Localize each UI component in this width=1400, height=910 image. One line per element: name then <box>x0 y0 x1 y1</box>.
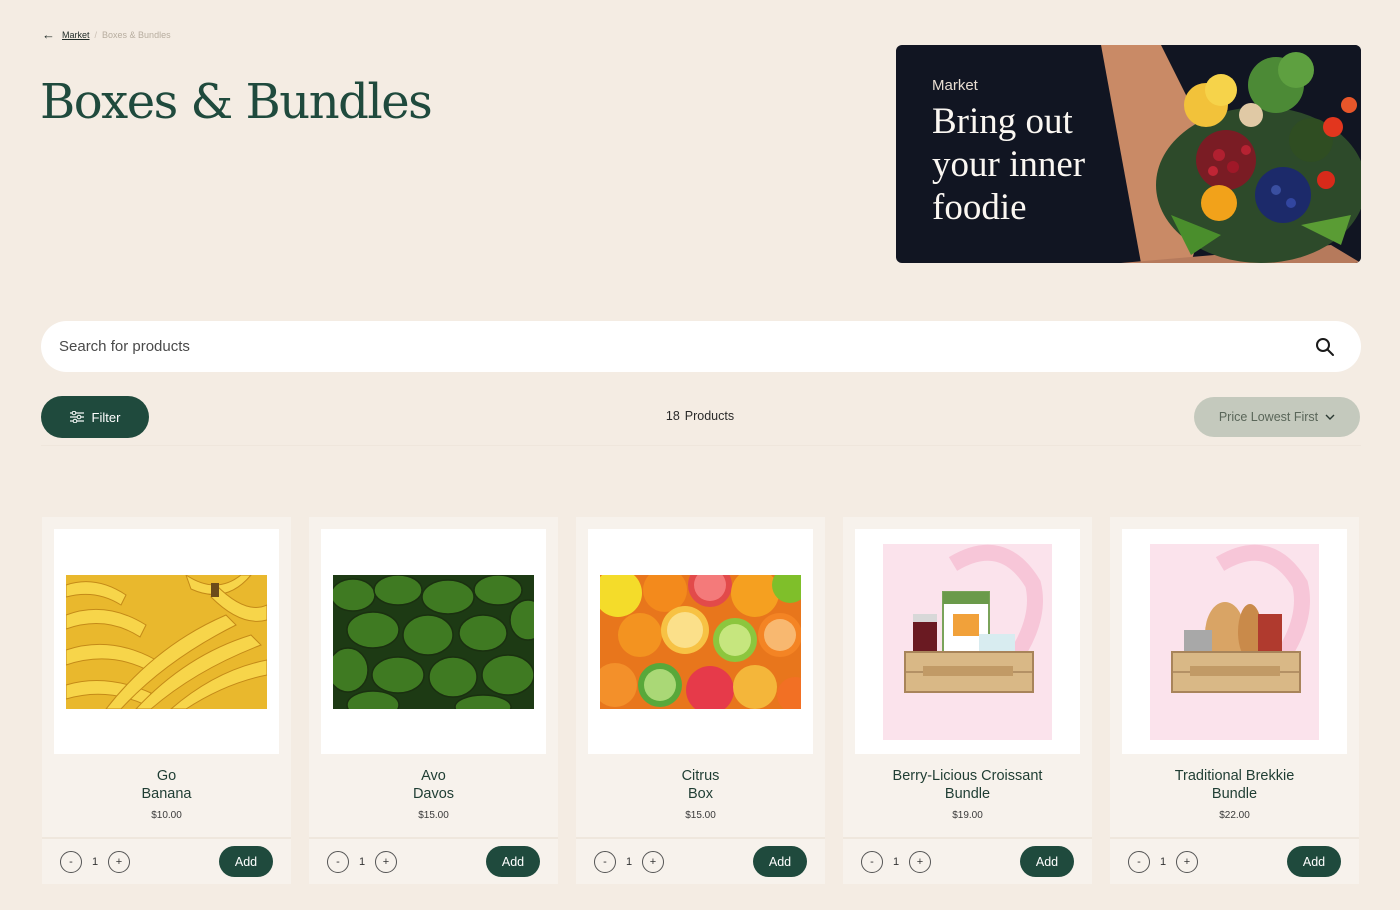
product-price: $15.00 <box>685 810 716 821</box>
page-title: Boxes & Bundles <box>40 74 433 130</box>
add-to-cart-button[interactable]: Add <box>1287 846 1341 877</box>
product-image-frame[interactable] <box>54 529 279 754</box>
increase-qty-button[interactable]: + <box>642 850 664 873</box>
product-card-footer: - 1 + Add <box>1110 837 1359 884</box>
decrease-qty-button[interactable]: - <box>1128 850 1150 873</box>
promo-headline: Bring out your inner foodie <box>932 101 1086 228</box>
search-icon[interactable] <box>1315 337 1335 357</box>
product-name-line1: Go <box>156 768 177 784</box>
increase-qty-button[interactable]: + <box>108 850 130 873</box>
add-to-cart-button[interactable]: Add <box>1020 846 1074 877</box>
qty-value: 1 <box>625 855 633 868</box>
qty-value: 1 <box>1159 855 1167 868</box>
add-to-cart-button[interactable]: Add <box>486 846 540 877</box>
breadcrumb-link-market[interactable]: Market <box>62 30 90 40</box>
breadcrumb: ← Market / Boxes & Bundles <box>42 28 171 41</box>
product-name-line1: Avo <box>421 768 446 784</box>
sort-select[interactable]: Price Lowest First <box>1194 397 1360 437</box>
back-arrow-icon[interactable]: ← <box>42 28 55 41</box>
increase-qty-button[interactable]: + <box>375 850 397 873</box>
product-name-line2: Bundle <box>1211 786 1258 802</box>
product-count-label: Products <box>684 409 735 423</box>
product-count: 18 Products <box>0 409 1400 423</box>
bananas-photo <box>66 574 267 709</box>
product-image-frame[interactable] <box>855 529 1080 754</box>
brekkie-crate-photo <box>1150 543 1319 740</box>
promo-eyebrow: Market <box>932 77 978 94</box>
search-input[interactable] <box>59 338 1315 355</box>
croissant-crate-photo <box>883 543 1052 740</box>
product-name[interactable]: Avo Davos <box>309 767 558 803</box>
product-name[interactable]: Citrus Box <box>576 767 825 803</box>
avocados-photo <box>333 574 534 709</box>
sort-label: Price Lowest First <box>1218 410 1319 424</box>
product-card: Citrus Box $15.00 - 1 + Add <box>576 517 825 884</box>
product-name[interactable]: Go Banana <box>42 767 291 803</box>
product-card: Avo Davos $15.00 - 1 + Add <box>309 517 558 884</box>
product-price: $10.00 <box>151 810 182 821</box>
promo-banner[interactable]: Market Bring out your inner foodie <box>896 45 1361 263</box>
toolbar-divider <box>41 445 1361 446</box>
breadcrumb-separator: / <box>94 29 98 40</box>
product-name[interactable]: Traditional Brekkie Bundle <box>1110 767 1359 803</box>
product-name-line2: Bundle <box>944 786 991 802</box>
product-name-line2: Banana <box>141 786 192 802</box>
product-card: Go Banana $10.00 - 1 + Add <box>42 517 291 884</box>
product-card-footer: - 1 + Add <box>843 837 1092 884</box>
decrease-qty-button[interactable]: - <box>327 850 349 873</box>
qty-value: 1 <box>892 855 900 868</box>
increase-qty-button[interactable]: + <box>909 850 931 873</box>
citrus-photo <box>600 574 801 709</box>
search-bar <box>41 321 1361 372</box>
qty-value: 1 <box>91 855 99 868</box>
product-image-frame[interactable] <box>1122 529 1347 754</box>
product-price: $19.00 <box>952 810 983 821</box>
add-to-cart-button[interactable]: Add <box>219 846 273 877</box>
decrease-qty-button[interactable]: - <box>861 850 883 873</box>
decrease-qty-button[interactable]: - <box>594 850 616 873</box>
product-name-line2: Davos <box>412 786 455 802</box>
vegetables-bowl-photo <box>1101 45 1361 263</box>
product-card: Berry-Licious Croissant Bundle $19.00 - … <box>843 517 1092 884</box>
decrease-qty-button[interactable]: - <box>60 850 82 873</box>
product-card-footer: - 1 + Add <box>576 837 825 884</box>
product-image-frame[interactable] <box>321 529 546 754</box>
add-to-cart-button[interactable]: Add <box>753 846 807 877</box>
product-card-footer: - 1 + Add <box>309 837 558 884</box>
product-name-line1: Berry-Licious Croissant <box>892 768 1043 784</box>
product-name-line2: Box <box>688 786 713 802</box>
product-card-footer: - 1 + Add <box>42 837 291 884</box>
product-grid: Go Banana $10.00 - 1 + Add Avo Davos $15… <box>42 517 1359 884</box>
qty-value: 1 <box>358 855 366 868</box>
product-name[interactable]: Berry-Licious Croissant Bundle <box>843 767 1092 803</box>
chevron-down-icon <box>1325 414 1335 420</box>
product-price: $22.00 <box>1219 810 1250 821</box>
breadcrumb-current: Boxes & Bundles <box>102 29 171 40</box>
product-card: Traditional Brekkie Bundle $22.00 - 1 + … <box>1110 517 1359 884</box>
product-price: $15.00 <box>418 810 449 821</box>
product-name-line1: Citrus <box>681 768 720 784</box>
increase-qty-button[interactable]: + <box>1176 850 1198 873</box>
product-name-line1: Traditional Brekkie <box>1174 768 1295 784</box>
product-image-frame[interactable] <box>588 529 813 754</box>
product-count-number: 18 <box>665 409 680 423</box>
